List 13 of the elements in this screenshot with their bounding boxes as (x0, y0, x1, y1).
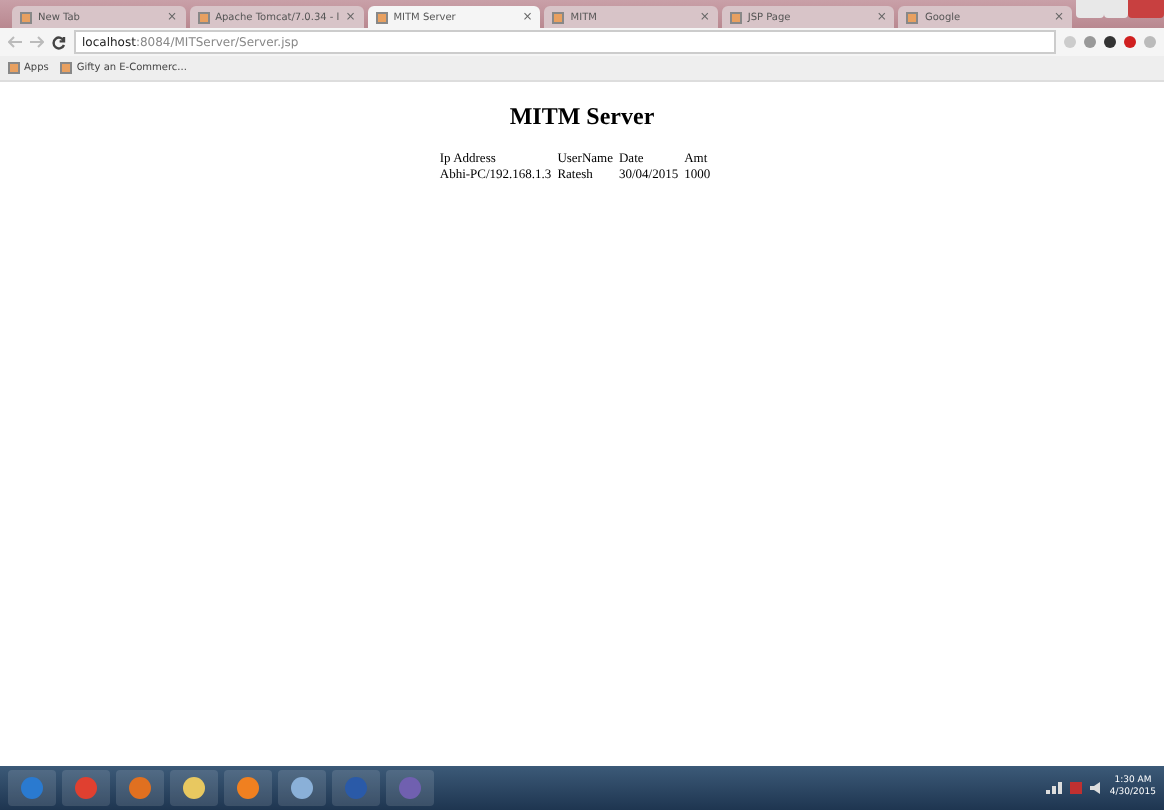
page-icon (20, 11, 32, 23)
page-icon (906, 11, 919, 23)
back-icon[interactable] (8, 36, 22, 48)
page-icon (552, 11, 565, 23)
page-heading: MITM Server (509, 102, 655, 132)
page-icon (197, 11, 210, 23)
forward-icon[interactable] (30, 36, 44, 48)
reload-icon[interactable] (52, 35, 66, 49)
signal-icon[interactable] (1045, 782, 1062, 794)
maximize-button[interactable] (1104, 0, 1129, 18)
page-icon (375, 11, 388, 23)
page-icon (729, 11, 742, 23)
speaker-icon[interactable] (1089, 782, 1102, 794)
